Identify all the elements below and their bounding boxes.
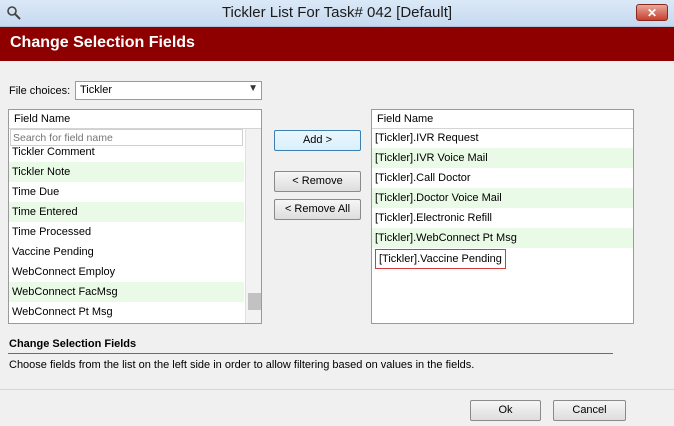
divider — [8, 353, 613, 354]
list-item[interactable]: [Tickler].Electronic Refill — [372, 208, 633, 228]
dialog-header-title: Change Selection Fields — [10, 34, 195, 51]
list-item[interactable]: WebConnect Pt Msg — [9, 302, 244, 322]
available-fields-list[interactable]: Field Name Tickler Comment Tickler Note … — [8, 109, 262, 324]
list-item[interactable]: WebConnect Employ — [9, 262, 244, 282]
file-choices-value: Tickler — [80, 84, 112, 96]
title-bar: Tickler List For Task# 042 [Default] ✕ — [0, 0, 674, 27]
chevron-down-icon: ▼ — [248, 83, 258, 94]
available-fields-column-header[interactable]: Field Name — [9, 110, 261, 129]
scrollbar-thumb[interactable] — [248, 293, 261, 310]
list-item[interactable]: Time Processed — [9, 222, 244, 242]
info-title: Change Selection Fields — [9, 338, 137, 350]
add-button[interactable]: Add > — [274, 130, 361, 151]
remove-button[interactable]: < Remove — [274, 171, 361, 192]
list-item[interactable]: Tickler Comment — [9, 142, 244, 162]
list-item[interactable]: Tickler Note — [9, 162, 244, 182]
selected-fields-column-header[interactable]: Field Name — [372, 110, 633, 129]
list-item[interactable]: WebConnect FacMsg — [9, 282, 244, 302]
info-description: Choose fields from the list on the left … — [9, 359, 475, 371]
close-button[interactable]: ✕ — [636, 4, 668, 21]
list-item[interactable]: Time Entered — [9, 202, 244, 222]
list-item[interactable]: Vaccine Pending — [9, 242, 244, 262]
list-item[interactable]: [Tickler].Call Doctor — [372, 168, 633, 188]
window-title: Tickler List For Task# 042 [Default] — [221, 4, 453, 21]
list-item[interactable]: [Tickler].Doctor Voice Mail — [372, 188, 633, 208]
ok-button[interactable]: Ok — [470, 400, 541, 421]
cancel-button[interactable]: Cancel — [553, 400, 626, 421]
selected-fields-list[interactable]: Field Name [Tickler].IVR Request [Tickle… — [371, 109, 634, 324]
list-item[interactable]: [Tickler].IVR Request — [372, 128, 633, 148]
list-item[interactable]: Time Due — [9, 182, 244, 202]
remove-all-button[interactable]: < Remove All — [274, 199, 361, 220]
file-choices-dropdown[interactable]: Tickler ▼ — [75, 81, 262, 100]
file-choices-label: File choices: — [9, 85, 71, 97]
dialog-header: Change Selection Fields — [0, 27, 674, 61]
divider — [0, 389, 674, 390]
close-icon: ✕ — [646, 6, 658, 20]
vertical-scrollbar[interactable] — [245, 129, 261, 323]
list-item-selected[interactable]: [Tickler].Vaccine Pending — [375, 249, 506, 269]
list-item[interactable]: [Tickler].WebConnect Pt Msg — [372, 228, 633, 248]
list-item[interactable]: [Tickler].IVR Voice Mail — [372, 148, 633, 168]
